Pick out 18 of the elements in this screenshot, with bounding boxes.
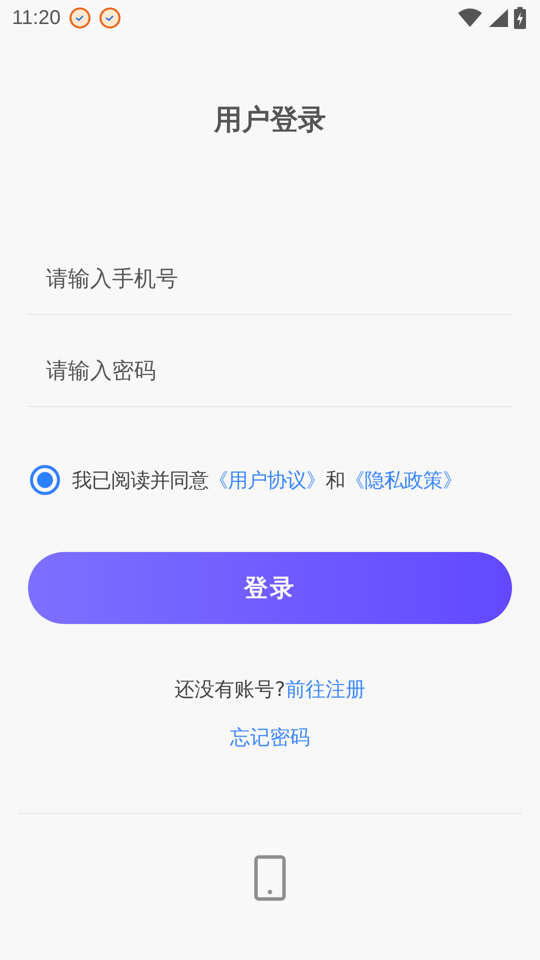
- signal-icon: [488, 8, 508, 28]
- register-prompt: 还没有账号?: [174, 676, 286, 702]
- register-link[interactable]: 前往注册: [285, 676, 366, 702]
- phone-icon[interactable]: [254, 855, 286, 901]
- clock-notification-icon: [68, 7, 91, 29]
- status-time: 11:20: [12, 6, 61, 30]
- page-title: 用户登录: [212, 102, 327, 138]
- login-button[interactable]: 登录: [28, 552, 512, 624]
- agreement-text: 我已阅读并同意《用户协议》和《隐私政策》: [72, 466, 462, 494]
- agreement-link[interactable]: 《用户协议》: [208, 468, 326, 492]
- agreement-radio[interactable]: [30, 465, 60, 495]
- agreement-link[interactable]: 《隐私政策》: [345, 468, 462, 492]
- input-field[interactable]: 请输入手机号: [28, 259, 512, 299]
- forgot-password-link[interactable]: 忘记密码: [230, 723, 310, 751]
- wifi-icon: [458, 8, 482, 28]
- battery-charging-icon: [514, 7, 526, 29]
- clock-notification-icon: [98, 7, 121, 29]
- input-field[interactable]: 请输入密码: [28, 351, 512, 391]
